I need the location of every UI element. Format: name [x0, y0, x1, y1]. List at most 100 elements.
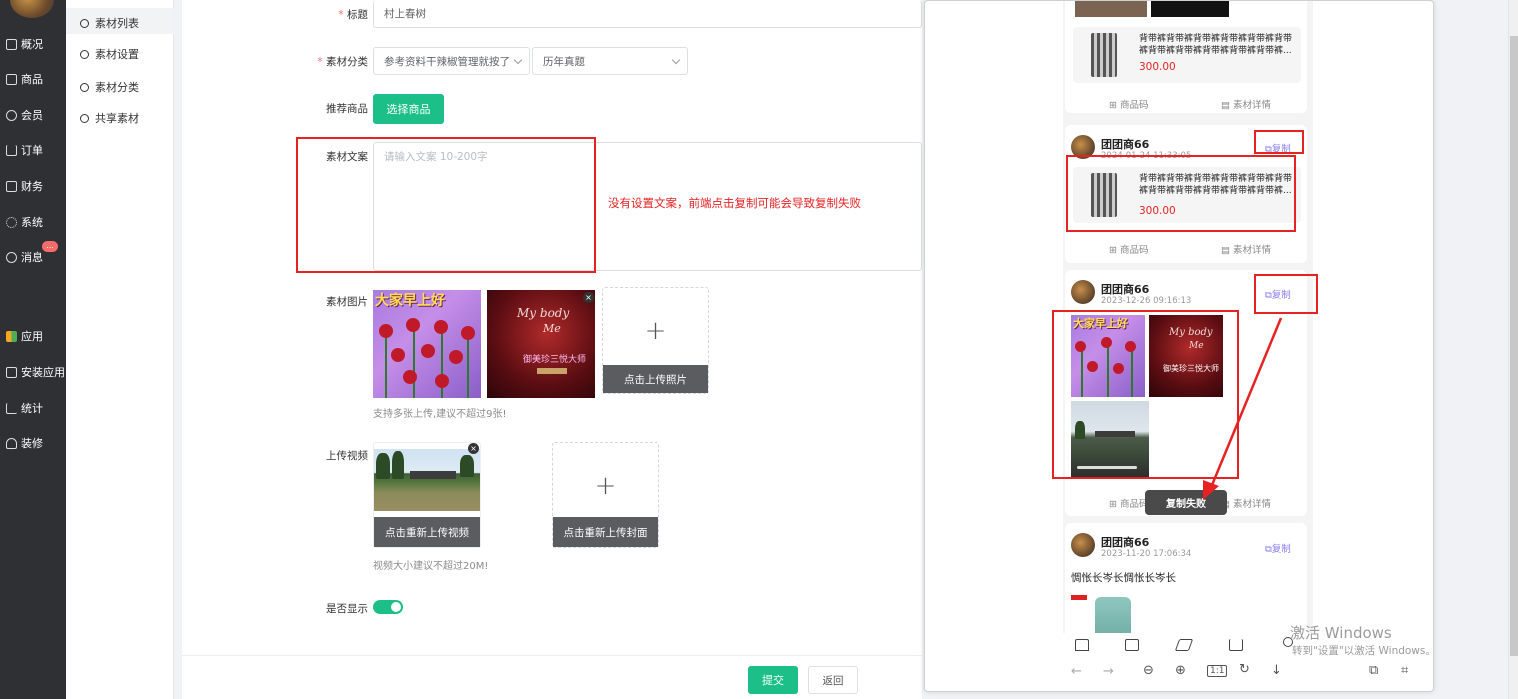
sidebar-item-label: 安装应用: [21, 366, 65, 379]
category-primary-select[interactable]: 参考资料干辣椒管理就按了: [373, 47, 530, 75]
sidebar-item-goods[interactable]: 商品: [0, 68, 66, 90]
cart-icon[interactable]: [1229, 639, 1243, 651]
install-icon: [6, 366, 17, 378]
form-footer: 提交 返回: [182, 655, 922, 699]
finance-icon: [6, 180, 17, 192]
show-label: 是否显示: [326, 603, 368, 615]
message-badge: ...: [42, 241, 58, 252]
sidebar-item-label: 会员: [21, 109, 43, 122]
select-goods-button[interactable]: 选择商品: [373, 94, 444, 124]
zoom-out-icon[interactable]: ⊖: [1143, 663, 1154, 678]
submenu-item-material-category[interactable]: 素材分类: [80, 79, 139, 95]
goods-card[interactable]: 背带裤背带裤背带裤背带裤背带裤背带裤背带裤背带裤背带裤背带裤背带裤... 300…: [1073, 27, 1301, 83]
images-hint: 支持多张上传,建议不超过9张!: [373, 409, 507, 420]
upload-photo-button[interactable]: 点击上传照片: [603, 365, 708, 393]
apps-icon: [6, 330, 17, 342]
sidebar-item-overview[interactable]: 概况: [0, 33, 66, 55]
image-viewer-toolbar: ← → ⊖ ⊕ 1:1 ↻ ↓ ⧉ ⌗: [925, 653, 1433, 691]
material-submenu: [66, 0, 174, 699]
avatar: [1071, 280, 1095, 304]
submenu-item-material-settings[interactable]: 素材设置: [80, 46, 139, 62]
goods-code-link[interactable]: ⊞ 商品码: [1109, 242, 1149, 256]
submenu-label: 素材设置: [95, 48, 139, 61]
video-upload-box[interactable]: 点击重新上传视频: [373, 442, 481, 548]
send-icon[interactable]: [1174, 639, 1194, 651]
material-detail-link[interactable]: ▤ 素材详情: [1221, 496, 1271, 510]
scan-icon[interactable]: ⌗: [1401, 663, 1408, 678]
sidebar-item-members[interactable]: 会员: [0, 104, 66, 126]
dashboard-icon: [6, 38, 17, 50]
main-sidebar: 概况 商品 会员 订单 财务 系统 消息 ... 应用 安装应用 统计 装修: [0, 0, 66, 699]
message-icon: [6, 251, 17, 263]
video-thumbnail: [374, 449, 480, 511]
material-image-my-body-me[interactable]: My body Me 御美珍三悦大师: [487, 290, 595, 398]
goods-code-link[interactable]: ⊞ 商品码: [1109, 97, 1149, 111]
activate-windows-hint: 转到"设置"以激活 Windows。: [1292, 645, 1436, 657]
chevron-down-icon: [513, 55, 523, 65]
copy-button[interactable]: ⧉复制: [1265, 541, 1291, 555]
sidebar-item-orders[interactable]: 订单: [0, 139, 66, 161]
sidebar-item-label: 统计: [21, 402, 43, 415]
category-icon[interactable]: [1125, 639, 1139, 651]
sidebar-item-label: 装修: [21, 437, 43, 450]
submit-button[interactable]: 提交: [748, 666, 798, 694]
pin-window-icon[interactable]: ⧉: [1369, 663, 1378, 678]
post-text: 惆怅长岑长惆怅长岑长: [1071, 572, 1176, 584]
title-label: * 标题: [338, 9, 368, 21]
sidebar-item-label: 商品: [21, 73, 43, 86]
remove-video-icon[interactable]: ×: [468, 443, 479, 454]
rotate-icon[interactable]: ↻: [1239, 662, 1250, 677]
material-detail-link[interactable]: ▤ 素材详情: [1221, 242, 1271, 256]
chart-icon: [6, 402, 17, 414]
sidebar-item-finance[interactable]: 财务: [0, 175, 66, 197]
reupload-cover-button[interactable]: 点击重新上传封面: [553, 517, 658, 547]
sidebar-item-install-apps[interactable]: 安装应用: [0, 361, 66, 383]
images-label: 素材图片: [326, 296, 368, 308]
annotation-note: 没有设置文案，前端点击复制可能会导致复制失败: [608, 196, 861, 210]
annotation-box-copy-text: [296, 137, 596, 273]
sidebar-item-system[interactable]: 系统: [0, 211, 66, 233]
annotation-box-media: [1052, 310, 1239, 479]
download-icon[interactable]: ↓: [1271, 663, 1282, 678]
chevron-down-icon: [671, 55, 681, 65]
copy-failed-toast: 复制失败: [1145, 490, 1227, 515]
scrollbar-thumb[interactable]: [1510, 36, 1518, 656]
title-input[interactable]: 村上春树: [373, 0, 922, 28]
cover-upload-box[interactable]: + 点击重新上传封面: [552, 442, 659, 548]
sidebar-item-label: 财务: [21, 180, 43, 193]
submenu-item-shared-material[interactable]: 共享素材: [80, 110, 139, 126]
arrow-right-icon[interactable]: →: [1103, 664, 1114, 679]
circle-icon: [80, 113, 89, 123]
category-secondary-select[interactable]: 历年真题: [532, 47, 688, 75]
shop-logo[interactable]: [10, 0, 54, 18]
back-button[interactable]: 返回: [808, 666, 858, 694]
gear-icon: [6, 216, 17, 228]
actual-size-icon[interactable]: 1:1: [1207, 665, 1228, 677]
sidebar-item-label: 概况: [21, 38, 43, 51]
show-toggle[interactable]: [373, 600, 403, 614]
upload-photo-box[interactable]: + 点击上传照片: [602, 287, 709, 394]
submenu-label: 素材列表: [95, 17, 139, 30]
arrow-left-icon[interactable]: ←: [1071, 664, 1082, 679]
goods-icon: [6, 73, 17, 85]
home-icon[interactable]: [1075, 639, 1089, 651]
avatar: [1071, 533, 1095, 557]
video-label: 上传视频: [326, 450, 368, 462]
sidebar-item-apps[interactable]: 应用: [0, 325, 66, 347]
page-scrollbar[interactable]: [1508, 0, 1518, 699]
sidebar-item-decoration[interactable]: 装修: [0, 432, 66, 454]
sidebar-item-statistics[interactable]: 统计: [0, 397, 66, 419]
submenu-item-material-list[interactable]: 素材列表: [80, 15, 139, 31]
category-label: * 素材分类: [317, 56, 368, 68]
submenu-label: 素材分类: [95, 81, 139, 94]
brush-icon: [6, 437, 17, 449]
reupload-video-button[interactable]: 点击重新上传视频: [374, 517, 480, 547]
zoom-in-icon[interactable]: ⊕: [1175, 663, 1186, 678]
material-image-roses[interactable]: 大家早上好: [373, 290, 481, 398]
remove-image-icon[interactable]: ×: [583, 292, 594, 303]
goods-code-link[interactable]: ⊞ 商品码: [1109, 496, 1149, 510]
cart-icon: [6, 144, 17, 156]
video-hint: 视频大小建议不超过20M!: [373, 561, 489, 572]
brand-logo: [1071, 595, 1087, 600]
material-detail-link[interactable]: ▤ 素材详情: [1221, 97, 1271, 111]
